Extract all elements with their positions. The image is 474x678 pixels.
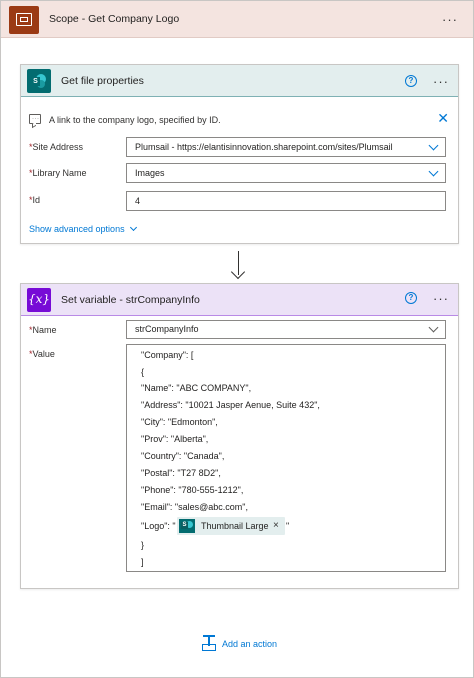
value-line: "City": "Edmonton", <box>141 417 218 427</box>
token-label: Thumbnail Large <box>201 521 269 531</box>
help-icon[interactable]: ? <box>405 292 417 304</box>
add-action-label: Add an action <box>222 639 278 649</box>
chevron-down-icon <box>428 322 439 333</box>
value-line: " <box>286 521 290 531</box>
value-line: { <box>141 367 145 377</box>
value-line: "Logo": " <box>141 521 176 531</box>
comment-icon: ··· <box>29 114 41 124</box>
get-file-properties-card: S Get file properties ? ··· ··· A link t… <box>20 64 459 244</box>
show-advanced-options-link[interactable]: Show advanced options <box>29 223 137 234</box>
value-line: "Phone": "780-555-1212", <box>141 485 244 495</box>
comment-text: A link to the company logo, specified by… <box>49 115 221 125</box>
remove-token-icon[interactable]: × <box>273 520 279 531</box>
value-line: ] <box>141 557 144 567</box>
value-line: "Postal": "T27 8D2", <box>141 468 221 478</box>
library-name-label: *Library Name <box>29 168 87 178</box>
value-line: "Country": "Canada", <box>141 451 225 461</box>
comment-row: ··· A link to the company logo, specifie… <box>29 111 449 127</box>
scope-header[interactable]: Scope - Get Company Logo ··· <box>1 1 473 38</box>
chevron-down-icon <box>428 166 439 177</box>
value-line: } <box>141 540 145 550</box>
value-line: "Company": [ <box>141 350 194 360</box>
value-line: "Address": "10021 Jasper Aenue, Suite 43… <box>141 400 320 410</box>
site-address-label: *Site Address <box>29 142 84 152</box>
value-textbox[interactable]: "Company": [ { "Name": "ABC COMPANY", "A… <box>126 344 446 572</box>
sharepoint-icon: S <box>179 519 195 533</box>
library-name-dropdown[interactable]: Images <box>126 163 446 183</box>
get-file-properties-header[interactable]: S Get file properties ? ··· <box>21 65 458 97</box>
site-address-dropdown[interactable]: Plumsail - https://elantisinnovation.sha… <box>126 137 446 157</box>
sharepoint-icon: S <box>27 69 51 93</box>
scope-container: Scope - Get Company Logo ··· S Get file … <box>0 0 474 678</box>
more-options-icon[interactable]: ··· <box>433 292 449 305</box>
variable-icon: {x} <box>27 288 51 312</box>
card-title: Set variable - strCompanyInfo <box>61 294 200 306</box>
add-action-icon <box>202 635 216 651</box>
set-variable-card: {x} Set variable - strCompanyInfo ? ··· … <box>20 283 459 589</box>
dynamic-content-token[interactable]: S Thumbnail Large × <box>177 517 285 535</box>
value-line: "Name": "ABC COMPANY", <box>141 383 252 393</box>
scope-icon <box>9 6 39 34</box>
chevron-down-icon <box>428 140 439 151</box>
close-icon[interactable]: ✕ <box>437 111 449 125</box>
name-label: *Name <box>29 325 57 335</box>
value-label: *Value <box>29 349 55 359</box>
chevron-down-icon <box>129 223 137 232</box>
more-options-icon[interactable]: ··· <box>433 75 449 88</box>
value-line: "Email": "sales@abc.com", <box>141 502 248 512</box>
arrow-down-icon <box>230 264 246 280</box>
id-label: *Id <box>29 195 41 205</box>
id-field[interactable]: 4 <box>126 191 446 211</box>
variable-name-dropdown[interactable]: strCompanyInfo <box>126 320 446 339</box>
value-line: "Prov": "Alberta", <box>141 434 209 444</box>
set-variable-header[interactable]: {x} Set variable - strCompanyInfo ? ··· <box>21 284 458 316</box>
help-icon[interactable]: ? <box>405 75 417 87</box>
card-title: Get file properties <box>61 75 144 87</box>
scope-title: Scope - Get Company Logo <box>49 13 180 25</box>
scope-more-icon[interactable]: ··· <box>442 13 458 26</box>
